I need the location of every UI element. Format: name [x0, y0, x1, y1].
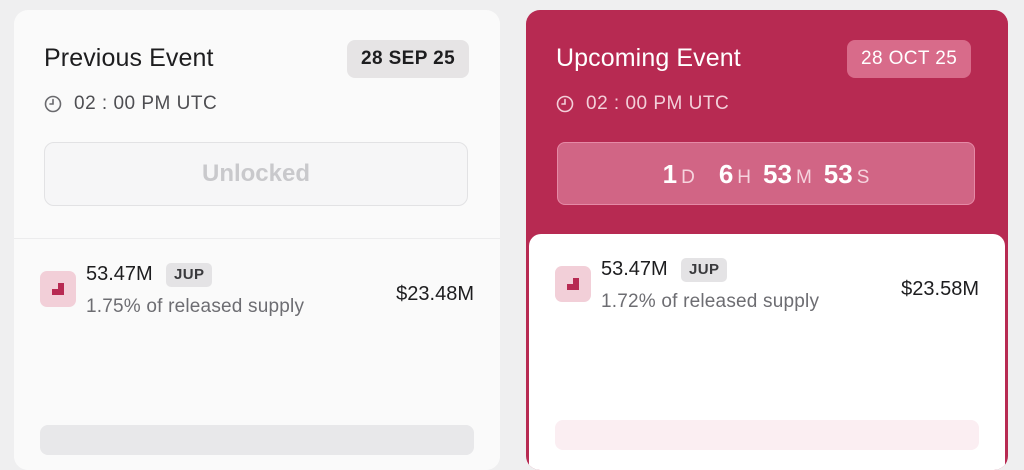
released-supply-text: 1.75% of released supply: [86, 296, 305, 317]
token-amount: 53.47M: [86, 263, 153, 285]
countdown-timer: 1D 6H 53 M 53 S: [557, 142, 975, 205]
previous-event-card: Previous Event 28 SEP 25 02 : 00 PM UTC …: [14, 10, 500, 470]
token-symbol-badge: JUP: [681, 258, 728, 282]
upcoming-event-time-text: 02 : 00 PM UTC: [586, 93, 730, 114]
upcoming-event-time: 02 : 00 PM UTC: [556, 92, 729, 116]
countdown-minutes: 53 M: [763, 159, 812, 190]
token-amount: 53.47M: [601, 258, 668, 280]
token-value: $23.58M: [901, 278, 979, 300]
previous-event-date-badge: 28 SEP 25: [347, 40, 470, 78]
unlocked-button[interactable]: Unlocked: [44, 142, 468, 206]
countdown-hours-label: H: [737, 167, 752, 188]
upcoming-event-card: Upcoming Event 28 OCT 25 02 : 00 PM UTC …: [526, 10, 1008, 470]
countdown-seconds: 53 S: [824, 159, 870, 190]
countdown-hours-value: 6: [718, 159, 734, 189]
token-value: $23.48M: [396, 283, 474, 305]
token-symbol-badge: JUP: [166, 263, 213, 287]
previous-bottom-bar: [40, 425, 474, 455]
previous-event-header: Previous Event 28 SEP 25 02 : 00 PM UTC …: [14, 10, 500, 238]
countdown-days-value: 1: [662, 159, 678, 189]
previous-token-row[interactable]: 53.47M JUP 1.75% of released supply $23.…: [40, 263, 474, 323]
countdown-seconds-value: 53: [823, 159, 853, 189]
previous-event-body: 53.47M JUP 1.75% of released supply $23.…: [14, 238, 500, 470]
countdown-days-label: D: [681, 167, 695, 188]
clock-icon: [556, 95, 574, 113]
countdown-seconds-label: S: [856, 167, 870, 188]
jup-token-logo: [555, 266, 591, 302]
previous-event-time: 02 : 00 PM UTC: [44, 92, 217, 116]
upcoming-event-title: Upcoming Event: [556, 44, 741, 72]
previous-event-title: Previous Event: [44, 44, 214, 72]
previous-event-time-text: 02 : 00 PM UTC: [74, 93, 218, 114]
countdown-minutes-label: M: [795, 167, 812, 188]
countdown-hours: 6H: [719, 159, 751, 190]
upcoming-event-header: Upcoming Event 28 OCT 25 02 : 00 PM UTC …: [526, 10, 1008, 234]
jup-token-logo: [40, 271, 76, 307]
upcoming-bottom-bar: [555, 420, 979, 450]
upcoming-event-body: 53.47M JUP 1.72% of released supply $23.…: [529, 234, 1005, 470]
countdown-minutes-value: 53: [763, 159, 792, 189]
countdown-days: 1D: [663, 159, 695, 190]
clock-icon: [44, 95, 62, 113]
upcoming-event-date-badge: 28 OCT 25: [847, 40, 972, 78]
upcoming-token-row[interactable]: 53.47M JUP 1.72% of released supply $23.…: [555, 258, 979, 318]
released-supply-text: 1.72% of released supply: [601, 291, 820, 312]
